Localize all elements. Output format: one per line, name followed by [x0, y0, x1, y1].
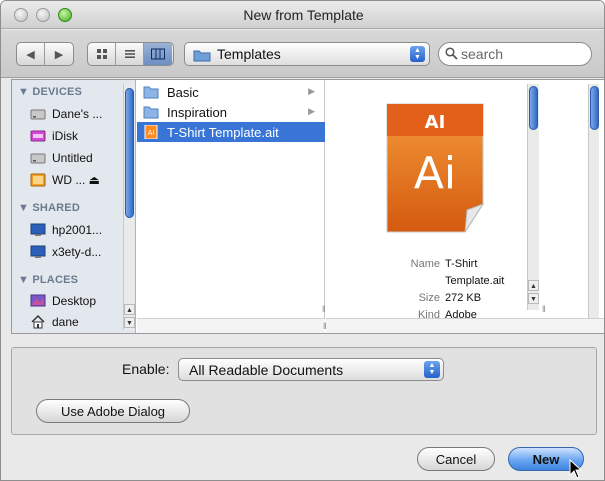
window-title: New from Template: [243, 7, 364, 23]
network-computer-icon: [30, 245, 46, 258]
sidebar-item-untitled[interactable]: Untitled: [30, 148, 130, 168]
sidebar-item-label: Desktop: [52, 294, 97, 308]
illustrator-file-icon: Ai: [144, 125, 158, 139]
list-item-inspiration[interactable]: Inspiration ▶: [137, 102, 325, 122]
sidebar-item-idisk[interactable]: iDisk: [30, 126, 130, 146]
search-input[interactable]: [461, 45, 586, 63]
preview-pane: AI Ai Name T-Shirt Template.ait Size 272…: [322, 80, 604, 333]
scroll-down-arrow-icon[interactable]: ▼: [528, 293, 539, 304]
ai-icon-top-text: AI: [425, 112, 446, 133]
file-column: Basic ▶ Inspiration ▶ Ai T-Shirt Templat…: [137, 80, 327, 333]
preview-scroll-thumb[interactable]: [529, 86, 538, 130]
preview-vertical-scroll-thumb[interactable]: [590, 86, 599, 130]
network-computer-icon: [30, 223, 46, 236]
list-item-label: T-Shirt Template.ait: [167, 124, 279, 140]
column-resize-grip-icon[interactable]: ‖: [322, 304, 326, 314]
sidebar-item-dane-home[interactable]: dane: [30, 312, 130, 332]
cancel-button[interactable]: Cancel: [417, 447, 495, 471]
popup-arrows-icon: ▲ ▼: [410, 46, 425, 62]
sidebar-item-label: WD ... ⏏: [52, 173, 100, 187]
hard-drive-icon: [30, 109, 46, 120]
folder-icon: [143, 86, 159, 99]
sidebar-item-label: x3ety-d...: [52, 245, 102, 259]
sidebar-heading-devices: ▼ DEVICES: [18, 86, 83, 98]
view-mode-control: [87, 42, 174, 66]
scroll-up-arrow-icon[interactable]: ▲: [528, 280, 539, 291]
column-view-icon: [151, 48, 165, 60]
illustrator-file-icon: AI Ai: [386, 103, 485, 233]
search-icon: [445, 47, 458, 60]
back-button[interactable]: ◀: [17, 43, 45, 65]
new-from-template-window: New from Template ◀ ▶ Templates ▲ ▼ sear…: [0, 0, 605, 481]
sidebar-item-hp2001[interactable]: hp2001...: [30, 220, 130, 240]
svg-text:Ai: Ai: [148, 129, 155, 137]
scroll-down-arrow-icon[interactable]: ▼: [124, 317, 135, 328]
sidebar-item-desktop[interactable]: Desktop: [30, 291, 130, 311]
list-view-button[interactable]: [116, 43, 144, 65]
forward-button[interactable]: ▶: [45, 43, 73, 65]
name-label: Name: [410, 258, 440, 270]
sidebar: ▼ DEVICES Dane's ... iDisk Untitled WD .…: [12, 80, 136, 333]
enable-popup-value: All Readable Documents: [189, 362, 344, 378]
path-popup-label: Templates: [217, 46, 281, 62]
size-value: 272 KB: [445, 292, 482, 304]
sidebar-item-label: dane: [52, 315, 79, 329]
sidebar-scrollbar[interactable]: ▲ ▼: [123, 84, 135, 330]
preview-info-scrollbar[interactable]: ▲ ▼: [527, 84, 539, 310]
size-label: Size: [418, 292, 440, 304]
folder-icon: [143, 106, 159, 119]
popup-arrows-icon: ▲ ▼: [424, 361, 440, 378]
hard-drive-icon: [30, 153, 46, 164]
column-horizontal-scrollbar[interactable]: ‖: [137, 318, 327, 333]
sidebar-item-x3ety[interactable]: x3ety-d...: [30, 242, 130, 262]
mouse-cursor-icon: [569, 459, 583, 479]
folder-icon: [193, 50, 211, 62]
list-item-basic[interactable]: Basic ▶: [137, 82, 325, 102]
options-panel: Enable: All Readable Documents ▲ ▼ Use Ad…: [11, 347, 597, 435]
list-view-icon: [124, 50, 135, 58]
sidebar-item-label: hp2001...: [52, 223, 103, 237]
path-popup[interactable]: Templates ▲ ▼: [184, 42, 430, 66]
icon-view-icon: [96, 49, 107, 59]
column-resize-grip-icon[interactable]: ‖: [542, 304, 546, 314]
column-view-button[interactable]: [144, 43, 172, 65]
enable-popup[interactable]: All Readable Documents ▲ ▼: [178, 358, 444, 381]
idisk-icon: [30, 130, 46, 142]
title-bar: New from Template: [1, 1, 604, 29]
back-arrow-icon: ◀: [26, 48, 35, 61]
sidebar-item-label: Dane's ...: [52, 107, 103, 121]
forward-arrow-icon: ▶: [54, 48, 64, 61]
enable-label: Enable:: [122, 361, 170, 377]
ai-icon-main-text: Ai: [414, 148, 456, 199]
name-value-line1: T-Shirt: [445, 258, 478, 270]
external-drive-icon: [30, 173, 46, 187]
list-item-label: Basic: [167, 84, 199, 100]
search-field: [438, 42, 592, 66]
desktop-icon: [30, 294, 46, 307]
sidebar-scroll-thumb[interactable]: [125, 88, 134, 218]
sidebar-item-label: Untitled: [52, 151, 93, 165]
browser-horizontal-scrollbar[interactable]: [326, 318, 604, 333]
disclosure-arrow-icon: ▶: [308, 106, 315, 116]
toolbar: ◀ ▶ Templates ▲ ▼: [1, 30, 604, 78]
back-forward-control: ◀ ▶: [16, 42, 74, 66]
sidebar-item-danes-drive[interactable]: Dane's ...: [30, 104, 130, 124]
sidebar-heading-shared: ▼ SHARED: [18, 202, 80, 214]
use-adobe-dialog-button[interactable]: Use Adobe Dialog: [36, 399, 190, 423]
name-value-line2: Template.ait: [445, 275, 505, 287]
scroll-up-arrow-icon[interactable]: ▲: [124, 304, 135, 315]
icon-view-button[interactable]: [88, 43, 116, 65]
preview-vertical-scrollbar[interactable]: [588, 84, 599, 318]
file-browser: ▼ DEVICES Dane's ... iDisk Untitled WD .…: [11, 79, 604, 334]
home-icon: [31, 314, 45, 329]
list-item-tshirt-template[interactable]: Ai T-Shirt Template.ait: [137, 122, 325, 142]
sidebar-item-label: iDisk: [52, 129, 78, 143]
list-item-label: Inspiration: [167, 104, 227, 120]
sidebar-item-wd-drive[interactable]: WD ... ⏏: [30, 170, 130, 190]
sidebar-heading-places: ▼ PLACES: [18, 274, 79, 286]
disclosure-arrow-icon: ▶: [308, 86, 315, 96]
